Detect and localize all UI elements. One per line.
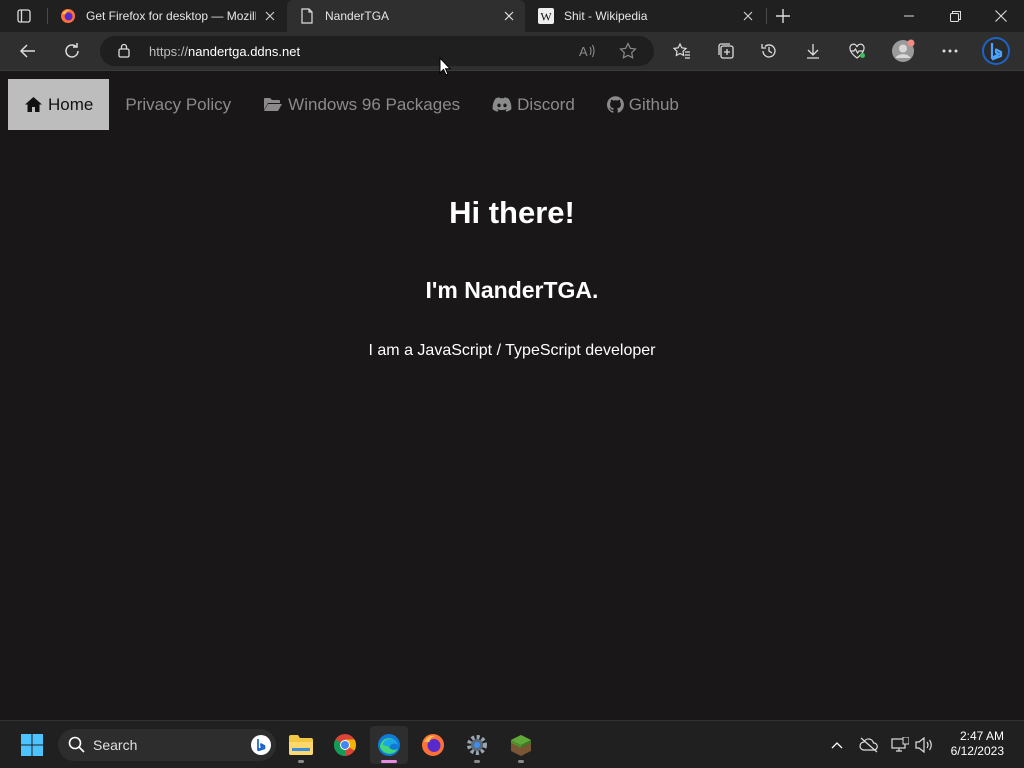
favorite-star-icon[interactable] — [619, 42, 637, 65]
clock-date: 6/12/2023 — [950, 744, 1004, 758]
nav-label: Windows 96 Packages — [288, 94, 461, 114]
taskbar: Search 2:47 AM 6/12/2023 — [0, 720, 1024, 768]
nav-windows-96-packages[interactable]: Windows 96 Packages — [247, 79, 476, 130]
minimize-icon[interactable] — [886, 0, 932, 32]
site-nav: Home Privacy Policy Windows 96 Packages … — [8, 79, 695, 130]
tab-close-icon[interactable] — [501, 8, 517, 24]
search-icon — [68, 736, 85, 758]
windows-logo-icon — [21, 734, 43, 756]
start-button[interactable] — [13, 726, 51, 764]
tab-nandertga[interactable]: NanderTGA — [287, 0, 525, 32]
nav-label: Github — [628, 94, 679, 114]
network-icon[interactable] — [888, 733, 912, 757]
page-subheading: I'm NanderTGA. — [425, 277, 599, 303]
chrome-icon — [334, 734, 356, 756]
edge-icon — [378, 734, 400, 756]
firefox-icon — [422, 734, 444, 756]
restore-icon[interactable] — [932, 0, 978, 32]
new-tab-icon[interactable] — [767, 0, 799, 32]
url-text[interactable]: https://nandertga.ddns.net — [149, 44, 300, 59]
search-label: Search — [93, 737, 138, 753]
nav-label: Privacy Policy — [125, 94, 232, 114]
downloads-icon[interactable] — [797, 35, 829, 67]
bing-icon[interactable] — [250, 734, 272, 761]
more-options-icon[interactable] — [934, 35, 966, 67]
svg-text:A: A — [579, 44, 588, 59]
browser-essentials-icon[interactable] — [841, 35, 873, 67]
tab-title: NanderTGA — [325, 9, 390, 23]
nav-discord[interactable]: Discord — [476, 79, 591, 130]
page-icon — [299, 8, 315, 24]
folder-open-icon — [264, 98, 283, 111]
browser-toolbar: https://nandertga.ddns.net A — [0, 32, 1024, 71]
tab-title: Shit - Wikipedia — [564, 9, 648, 23]
taskbar-chrome[interactable] — [326, 726, 364, 764]
lock-icon[interactable] — [118, 43, 130, 63]
show-hidden-icons-chevron-icon[interactable] — [825, 733, 849, 757]
close-window-icon[interactable] — [978, 0, 1024, 32]
tab-actions-icon[interactable] — [8, 0, 40, 32]
nav-label: Discord — [517, 94, 575, 114]
taskbar-settings[interactable] — [458, 726, 496, 764]
svg-text:W: W — [540, 10, 552, 24]
refresh-icon[interactable] — [56, 35, 88, 67]
discord-icon — [492, 97, 512, 112]
running-indicator — [518, 760, 524, 763]
tab-title: Get Firefox for desktop — Mozill — [86, 9, 256, 23]
collections-icon[interactable] — [710, 35, 742, 67]
folder-icon — [289, 735, 313, 755]
profile-avatar[interactable] — [887, 35, 919, 67]
nav-home[interactable]: Home — [8, 79, 110, 130]
taskbar-clock[interactable]: 2:47 AM 6/12/2023 — [951, 729, 1004, 759]
web-page: Home Privacy Policy Windows 96 Packages … — [0, 71, 1024, 720]
favorites-icon[interactable] — [666, 35, 698, 67]
nav-label: Home — [48, 94, 94, 114]
taskbar-file-explorer[interactable] — [282, 726, 320, 764]
nav-privacy-policy[interactable]: Privacy Policy — [109, 79, 247, 130]
url-host: nandertga.ddns.net — [188, 44, 301, 59]
nav-github[interactable]: Github — [591, 79, 695, 130]
taskbar-minecraft[interactable] — [502, 726, 540, 764]
url-scheme: https:// — [149, 44, 189, 59]
address-bar[interactable]: https://nandertga.ddns.net A — [100, 36, 654, 66]
tab-firefox[interactable]: Get Firefox for desktop — Mozill — [48, 0, 286, 32]
mouse-cursor-icon — [439, 56, 452, 81]
tab-wikipedia[interactable]: W Shit - Wikipedia — [526, 0, 764, 32]
intro-text: I am a JavaScript / TypeScript developer — [368, 342, 656, 359]
back-icon[interactable] — [12, 35, 44, 67]
history-icon[interactable] — [753, 35, 785, 67]
settings-gear-icon — [467, 735, 487, 755]
read-aloud-icon[interactable]: A — [578, 42, 596, 65]
taskbar-firefox[interactable] — [414, 726, 452, 764]
taskbar-search[interactable]: Search — [58, 729, 276, 761]
minecraft-grass-block-icon — [511, 735, 531, 756]
clock-time: 2:47 AM — [959, 729, 1004, 743]
home-icon — [25, 97, 42, 112]
tab-bar: Get Firefox for desktop — Mozill NanderT… — [0, 0, 1024, 32]
wikipedia-icon: W — [538, 8, 554, 24]
onedrive-offline-icon[interactable] — [857, 733, 881, 757]
firefox-icon — [60, 8, 76, 24]
bing-copilot-icon[interactable] — [979, 34, 1013, 68]
running-indicator — [474, 760, 480, 763]
github-icon — [606, 96, 624, 113]
page-heading: Hi there! — [449, 195, 575, 230]
taskbar-edge[interactable] — [370, 726, 408, 764]
running-indicator — [298, 760, 304, 763]
running-indicator — [381, 760, 397, 763]
tab-close-icon[interactable] — [262, 8, 278, 24]
volume-icon[interactable] — [912, 733, 936, 757]
tab-close-icon[interactable] — [740, 8, 756, 24]
